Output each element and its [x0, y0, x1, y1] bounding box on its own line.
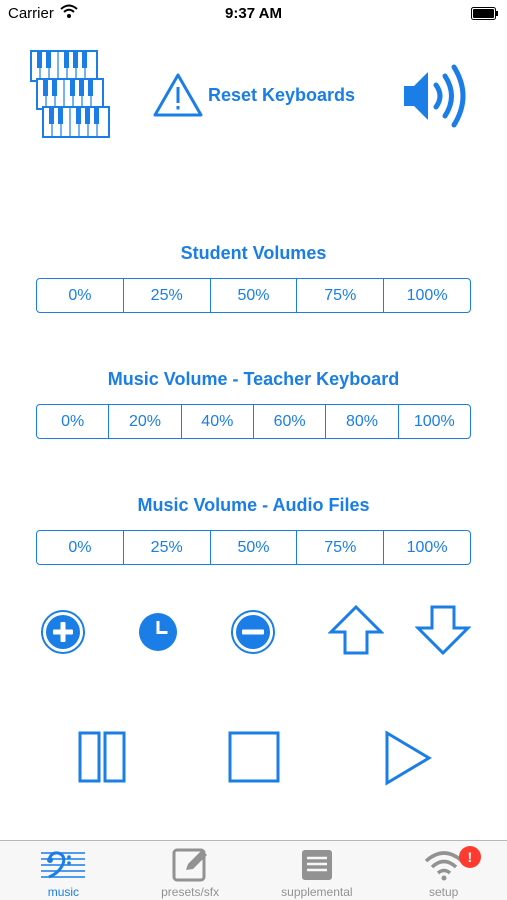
- teacher-volume-option[interactable]: 0%: [37, 405, 110, 438]
- student-volumes-title: Student Volumes: [180, 243, 327, 263]
- clock-icon: [139, 613, 177, 651]
- warning-icon: [153, 73, 203, 117]
- bass-clef-staff-icon: [41, 851, 86, 879]
- audio-volume-title: Music Volume - Audio Files: [137, 495, 370, 515]
- reset-keyboards-label: Reset Keyboards: [208, 84, 356, 105]
- teacher-volume-option[interactable]: 60%: [254, 405, 327, 438]
- stop-button[interactable]: [228, 731, 280, 783]
- tab-presets-sfx[interactable]: presets/sfx: [127, 841, 254, 900]
- arrow-up-button[interactable]: [327, 604, 385, 656]
- teacher-volume-option[interactable]: 80%: [326, 405, 399, 438]
- status-time: 9:37 AM: [225, 5, 282, 22]
- student-volume-option[interactable]: 25%: [124, 279, 211, 312]
- tab-setup[interactable]: ! setup: [380, 841, 507, 900]
- arrow-down-button[interactable]: [414, 604, 472, 656]
- student-volume-option[interactable]: 100%: [384, 279, 470, 312]
- keyboards-button[interactable]: [30, 50, 110, 140]
- status-bar: Carrier 9:37 AM: [0, 0, 507, 28]
- speaker-button[interactable]: [402, 60, 474, 132]
- arrow-up-icon: [327, 604, 385, 655]
- stop-icon: [228, 731, 280, 783]
- student-volume-option[interactable]: 50%: [211, 279, 298, 312]
- play-button[interactable]: [384, 730, 432, 786]
- stacked-keyboards-icon: [30, 50, 110, 138]
- student-volume-option[interactable]: 75%: [297, 279, 385, 312]
- plus-button[interactable]: [40, 609, 86, 655]
- minus-circle-icon: [231, 610, 275, 654]
- audio-volume-option[interactable]: 0%: [37, 531, 124, 564]
- teacher-volume-option[interactable]: 20%: [109, 405, 182, 438]
- audio-volume-option[interactable]: 75%: [297, 531, 385, 564]
- reset-keyboards-button[interactable]: Reset Keyboards: [152, 71, 355, 119]
- tab-bar: music presets/sfx supplemental ! setup: [0, 840, 507, 900]
- top-toolbar: Reset Keyboards: [0, 44, 507, 144]
- play-icon: [385, 730, 432, 786]
- pause-icon: [78, 731, 126, 783]
- tab-setup-label: setup: [428, 885, 459, 899]
- pause-button[interactable]: [78, 731, 126, 783]
- tab-supplemental[interactable]: supplemental: [254, 841, 381, 900]
- teacher-volume-option[interactable]: 100%: [399, 405, 470, 438]
- teacher-volume-title: Music Volume - Teacher Keyboard: [107, 369, 400, 389]
- setup-alert-badge: !: [458, 846, 481, 868]
- list-icon: [301, 850, 332, 880]
- tab-music[interactable]: music: [0, 841, 127, 900]
- timer-button[interactable]: [138, 612, 178, 652]
- student-volumes-control: 0% 25% 50% 75% 100%: [36, 278, 471, 313]
- minus-button[interactable]: [230, 609, 276, 655]
- arrow-down-icon: [414, 605, 472, 656]
- audio-volume-option[interactable]: 25%: [124, 531, 211, 564]
- teacher-volume-option[interactable]: 40%: [182, 405, 254, 438]
- audio-volume-option[interactable]: 100%: [384, 531, 470, 564]
- plus-circle-icon: [41, 610, 85, 654]
- tab-music-label: music: [47, 885, 80, 899]
- audio-volume-option[interactable]: 50%: [211, 531, 298, 564]
- tab-presets-sfx-label: presets/sfx: [161, 885, 220, 899]
- teacher-volume-control: 0% 20% 40% 60% 80% 100%: [36, 404, 471, 439]
- student-volume-option[interactable]: 0%: [37, 279, 124, 312]
- speaker-icon: [404, 64, 466, 128]
- battery-icon: [471, 7, 498, 20]
- edit-icon: [172, 848, 208, 882]
- tab-supplemental-label: supplemental: [281, 885, 353, 899]
- audio-volume-control: 0% 25% 50% 75% 100%: [36, 530, 471, 565]
